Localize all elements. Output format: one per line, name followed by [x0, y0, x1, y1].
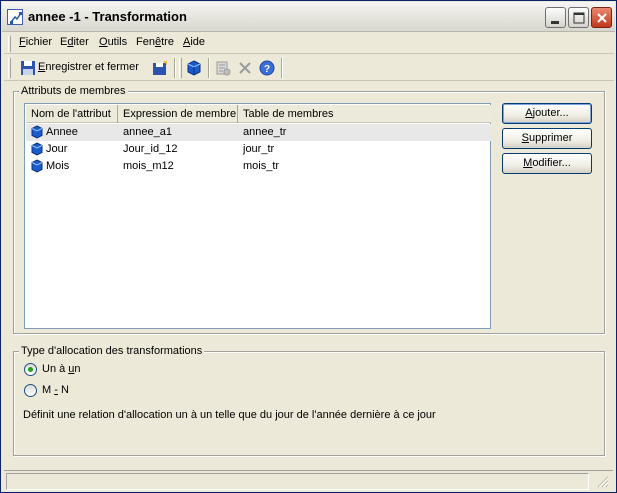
toolbar-separator [174, 58, 176, 78]
menu-aide[interactable]: Aide [183, 36, 205, 48]
column-header-table[interactable]: Table de membres [238, 105, 491, 123]
menubar-grip[interactable] [8, 36, 11, 52]
help-icon: ? [259, 60, 275, 79]
cube-icon [30, 159, 44, 173]
attribute-expression: mois_m12 [123, 160, 174, 172]
add-button[interactable]: Ajouter... [502, 103, 592, 124]
properties-icon [215, 60, 231, 79]
attributes-list[interactable]: Nom de l'attribut Expression de membre T… [24, 103, 491, 329]
menu-fenetre[interactable]: Fenêtre [136, 36, 174, 48]
toolbar-grip[interactable] [8, 58, 11, 78]
delete-button[interactable] [235, 58, 255, 78]
app-icon [7, 9, 23, 25]
menu-bar: Fichier Editer Outils Fenêtre Aide [4, 33, 614, 54]
maximize-button[interactable] [568, 7, 589, 28]
attribute-expression: Jour_id_12 [123, 143, 178, 155]
one-to-one-radio[interactable] [24, 363, 37, 376]
status-pane [6, 473, 589, 490]
attribute-name: Mois [46, 160, 70, 172]
toolbar-grip-2[interactable] [179, 58, 182, 78]
attribute-expression: annee_a1 [123, 126, 172, 138]
cube-button[interactable] [184, 58, 204, 78]
attribute-table: jour_tr [243, 143, 275, 155]
toolbar: Enregistrer et fermer ? [4, 55, 614, 81]
attribute-name: Jour [46, 143, 68, 155]
column-header-name[interactable]: Nom de l'attribut [26, 105, 118, 123]
save-icon [20, 60, 36, 79]
properties-button[interactable] [213, 58, 233, 78]
list-item[interactable]: Jour Jour_id_12 jour_tr [26, 141, 491, 158]
transformation-window: annee -1 - Transformation Fichier Editer… [0, 0, 617, 493]
save-and-close-button[interactable]: Enregistrer et fermer [18, 58, 144, 78]
toolbar-separator-3 [281, 58, 283, 78]
column-header-expression[interactable]: Expression de membre [118, 105, 238, 123]
export-icon [152, 60, 168, 79]
toolbar-separator-2 [208, 58, 210, 78]
cube-icon [30, 125, 44, 139]
allocation-group-title: Type d'allocation des transformations [19, 345, 205, 357]
list-header: Nom de l'attribut Expression de membre T… [26, 105, 491, 123]
cube-icon [30, 142, 44, 156]
modify-button[interactable]: Modifier... [502, 153, 592, 174]
status-bar [4, 470, 613, 491]
attribute-table: annee_tr [243, 126, 287, 138]
minimize-button[interactable] [545, 7, 566, 28]
list-item[interactable]: Mois mois_m12 mois_tr [26, 158, 491, 175]
menu-fichier[interactable]: Fichier [19, 36, 52, 48]
allocation-description: Définit une relation d'allocation un à u… [23, 409, 436, 421]
help-button[interactable]: ? [257, 58, 277, 78]
window-title: annee -1 - Transformation [28, 9, 187, 24]
remove-button[interactable]: Supprimer [502, 128, 592, 149]
list-item[interactable]: Annee annee_a1 annee_tr [26, 124, 491, 141]
cube-icon [186, 60, 202, 79]
one-to-one-label[interactable]: Un à un [42, 363, 81, 375]
close-button[interactable] [591, 7, 612, 28]
menu-outils[interactable]: Outils [99, 36, 127, 48]
title-bar[interactable]: annee -1 - Transformation [2, 2, 615, 32]
resize-grip-icon[interactable] [596, 475, 609, 491]
delete-icon [237, 60, 253, 79]
many-to-many-label[interactable]: M - N [42, 384, 69, 396]
attribute-table: mois_tr [243, 160, 280, 172]
menu-editer[interactable]: Editer [60, 36, 89, 48]
attributes-group-title: Attributs de membres [19, 85, 128, 97]
allocation-groupbox [13, 351, 605, 456]
attribute-name: Annee [46, 126, 78, 138]
many-to-many-radio[interactable] [24, 384, 37, 397]
svg-text:?: ? [264, 64, 270, 75]
export-button[interactable] [150, 58, 170, 78]
